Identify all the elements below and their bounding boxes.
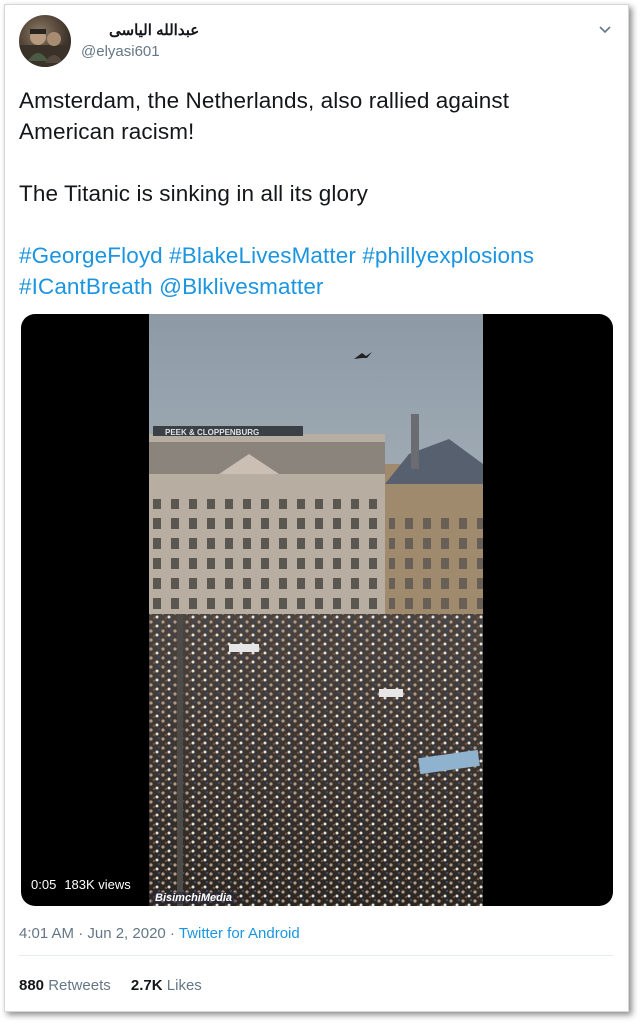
tweet-text: Amsterdam, the Netherlands, also rallied…	[19, 85, 609, 302]
tweet-meta: 4:01 AM · Jun 2, 2020 · Twitter for Andr…	[19, 925, 300, 942]
hashtag-link[interactable]: #GeorgeFloyd	[19, 243, 163, 268]
likes-label: Likes	[166, 977, 202, 994]
author-name[interactable]: عبدالله الیاسی	[109, 21, 199, 39]
retweets-label: Retweets	[48, 977, 111, 994]
author-avatar[interactable]	[19, 15, 71, 67]
likes-stat[interactable]: 2.7K Likes	[131, 977, 202, 994]
tweet-timestamp[interactable]: 4:01 AM · Jun 2, 2020 ·	[19, 925, 179, 942]
hashtag-link[interactable]: #ICantBreath	[19, 274, 153, 299]
building-sign: PEEK & CLOPPENBURG	[165, 428, 259, 437]
hashtag-line: #GeorgeFloyd #BlakeLivesMatter #phillyex…	[19, 240, 609, 271]
video-duration: 0:05	[31, 877, 57, 892]
likes-count: 2.7K	[130, 977, 163, 994]
video-frame: PEEK & CLOPPENBURG	[149, 314, 483, 906]
retweets-count: 880	[19, 977, 45, 994]
video-badge: 0:05 183K views	[31, 877, 139, 892]
hashtag-link[interactable]: #phillyexplosions	[362, 243, 534, 268]
author-handle[interactable]: @elyasi601	[81, 43, 160, 60]
source-app-link[interactable]: Twitter for Android	[179, 925, 300, 942]
mention-link[interactable]: @Blklivesmatter	[159, 274, 323, 299]
tweet-line: Amsterdam, the Netherlands, also rallied…	[19, 88, 510, 144]
retweets-stat[interactable]: 880 Retweets	[19, 977, 111, 994]
tweet-stats: 880 Retweets 2.7K Likes	[19, 977, 218, 994]
chevron-down-icon[interactable]	[597, 21, 613, 37]
video-watermark: BisimchiMedia	[151, 892, 237, 904]
tweet-card: عبدالله الیاسی @elyasi601 Amsterdam, the…	[4, 4, 629, 1012]
video-views: 183K views	[64, 877, 131, 892]
hashtag-line: #ICantBreath @Blklivesmatter	[19, 271, 609, 302]
divider	[19, 955, 613, 956]
tweet-line: The Titanic is sinking in all its glory	[19, 181, 369, 206]
video-player[interactable]: PEEK & CLOPPENBURG 0:05 183K views Bisimc…	[21, 314, 613, 906]
hashtag-link[interactable]: #BlakeLivesMatter	[169, 243, 356, 268]
